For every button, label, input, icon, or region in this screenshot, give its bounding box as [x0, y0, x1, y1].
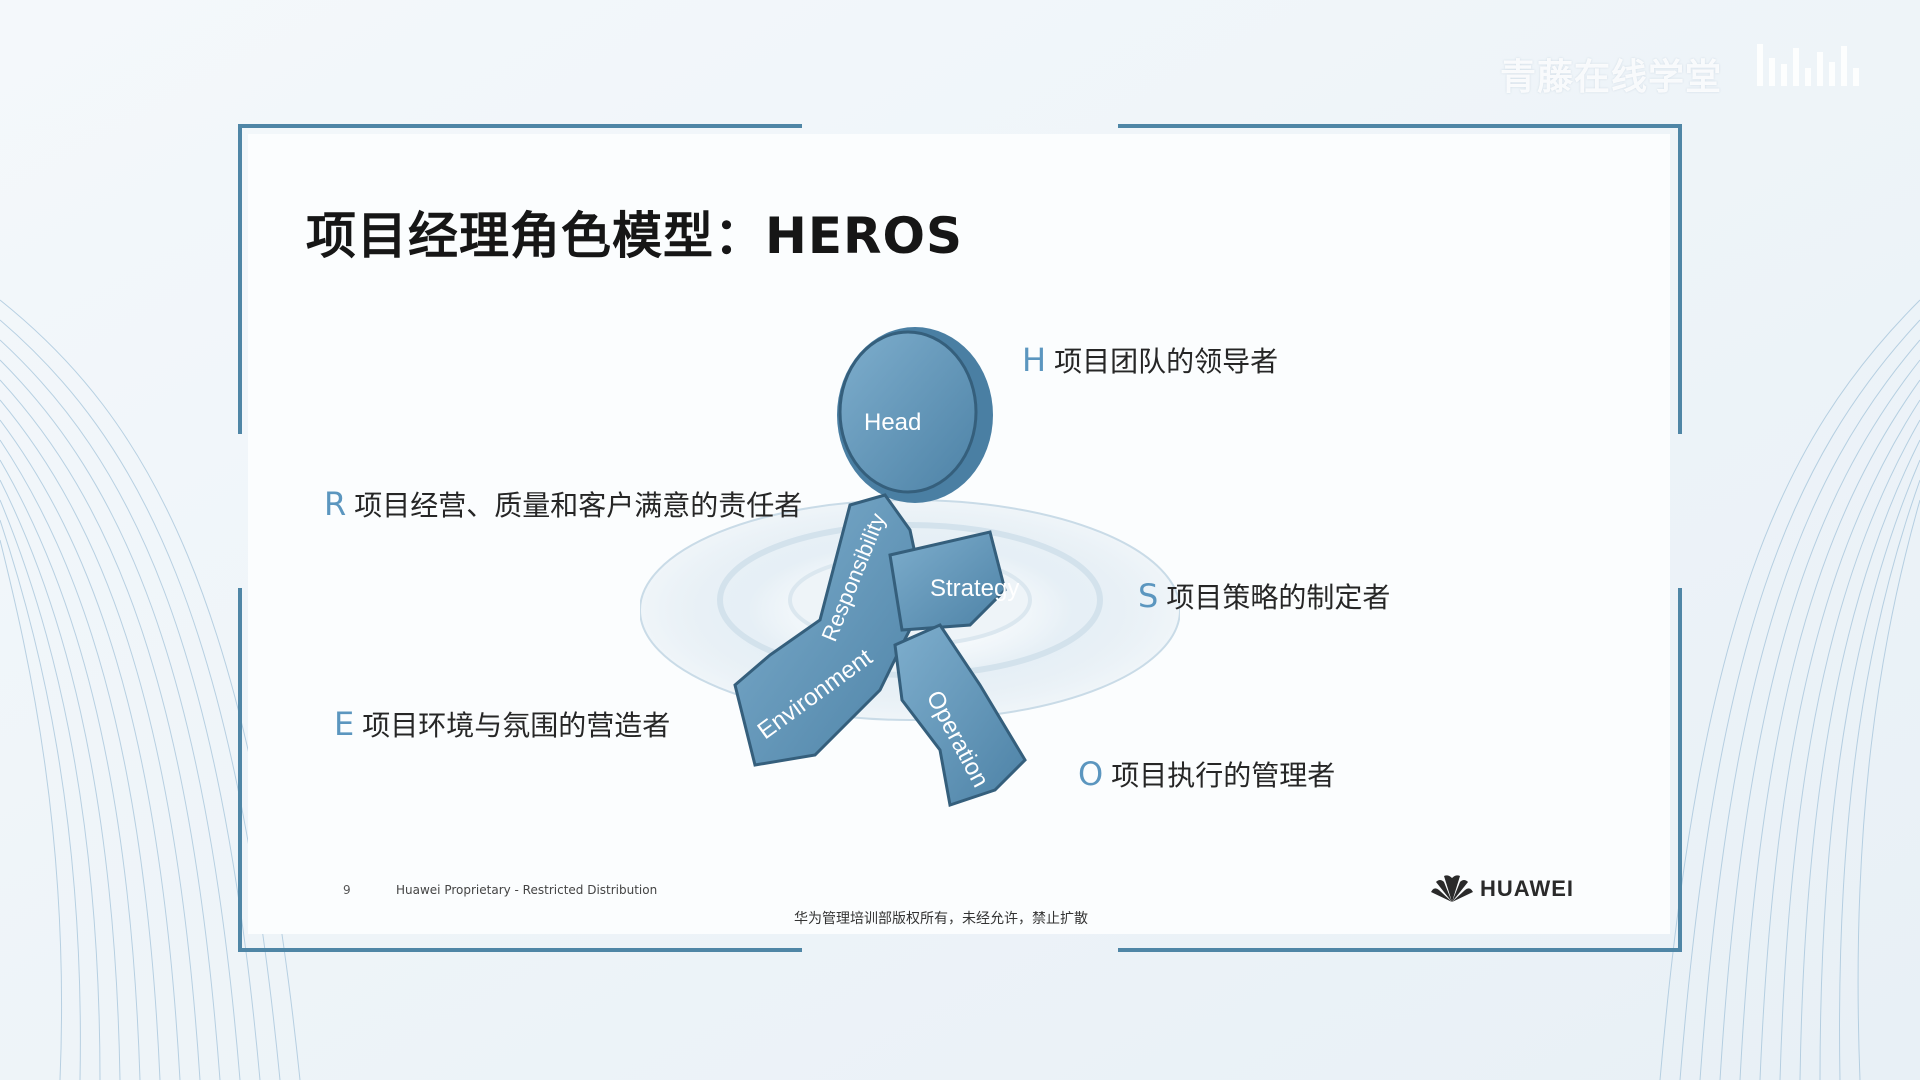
watermark-text: 青藤在线学堂: [1500, 57, 1723, 98]
role-o: O 项目执行的管理者: [1078, 754, 1335, 794]
strategy-label: Strategy: [930, 575, 1019, 602]
role-h-text: 项目团队的领导者: [1054, 345, 1279, 378]
role-h: H 项目团队的领导者: [1022, 340, 1278, 380]
huawei-logo-icon: [1431, 875, 1473, 902]
watermark-logo-icon: [1757, 44, 1859, 86]
page-number: 9: [343, 883, 351, 897]
role-o-text: 项目执行的管理者: [1111, 759, 1336, 792]
frame-right-bottom: [1678, 588, 1682, 952]
huawei-logo-text: HUAWEI: [1480, 876, 1574, 901]
copyright-notice: 华为管理培训部版权所有，未经允许，禁止扩散: [794, 911, 1088, 927]
frame-bottom-right: [1118, 948, 1682, 952]
slide-title: 项目经理角色模型：HEROS: [306, 207, 964, 265]
role-e-text: 项目环境与氛围的营造者: [362, 709, 671, 742]
frame-right-top: [1678, 124, 1682, 434]
role-r: R 项目经营、质量和客户满意的责任者: [324, 484, 802, 524]
role-h-letter: H: [1022, 341, 1047, 379]
proprietary-notice: Huawei Proprietary - Restricted Distribu…: [396, 883, 658, 897]
role-s-text: 项目策略的制定者: [1166, 581, 1391, 614]
frame-bottom-left: [238, 948, 802, 952]
role-e: E 项目环境与氛围的营造者: [334, 704, 670, 744]
frame-left-bottom: [238, 588, 242, 952]
role-s-letter: S: [1138, 577, 1159, 615]
role-e-letter: E: [334, 705, 355, 743]
role-r-letter: R: [324, 485, 347, 523]
role-o-letter: O: [1078, 755, 1104, 793]
frame-top-left: [238, 124, 802, 128]
role-r-text: 项目经营、质量和客户满意的责任者: [354, 489, 803, 522]
frame-left-top: [238, 124, 242, 434]
head-label: Head: [864, 409, 921, 436]
frame-top-right: [1118, 124, 1682, 128]
role-s: S 项目策略的制定者: [1138, 576, 1390, 616]
